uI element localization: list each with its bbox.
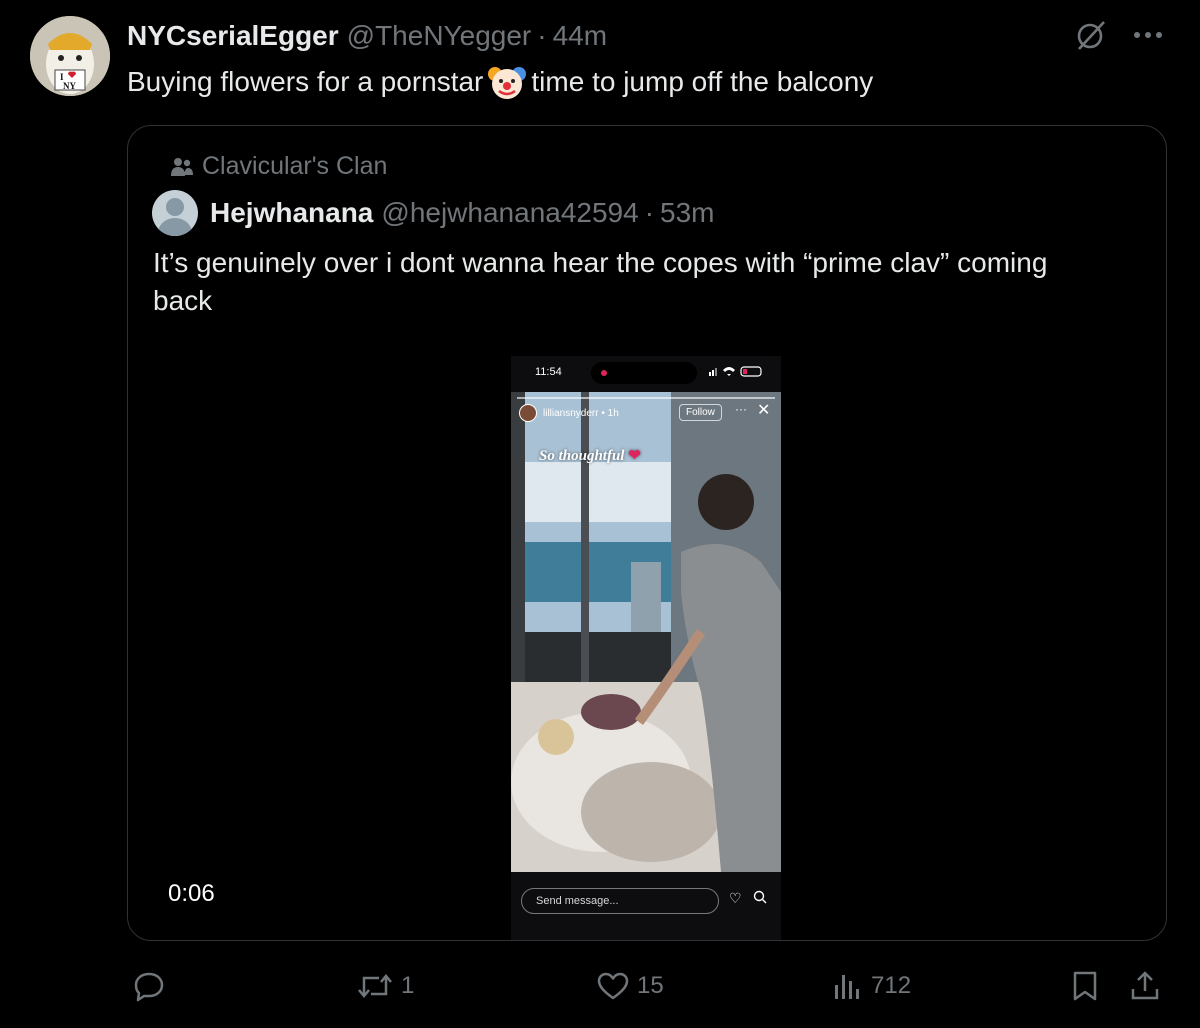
story-caption: So thoughtful ❤ [539, 446, 641, 465]
quoted-tweet[interactable]: Clavicular's Clan Hejwhanana @hejwhanana… [127, 125, 1167, 941]
separator-dot: · [644, 197, 655, 228]
more-options-icon[interactable] [1132, 30, 1164, 40]
avatar-text-bottom: NY [63, 81, 76, 91]
story-frame: lilliansnyderr • 1h Follow ··· ✕ So thou… [511, 392, 781, 872]
video-duration: 0:06 [168, 880, 215, 907]
story-follow-button: Follow [679, 404, 722, 421]
quoted-author-display-name[interactable]: Hejwhanana [210, 197, 373, 229]
story-message-field: Send message... [521, 888, 719, 914]
tweet-timestamp[interactable]: 44m [553, 20, 607, 52]
story-user-avatar [519, 404, 537, 422]
share-button[interactable] [1129, 966, 1161, 1006]
views-button[interactable]: 712 [833, 966, 911, 1006]
tweet-text-before: Buying flowers for a pornstar [127, 66, 484, 97]
author-avatar[interactable]: I NY [30, 16, 110, 96]
like-icon [597, 972, 629, 1000]
share-icon [1131, 971, 1159, 1000]
grok-icon[interactable] [1074, 18, 1108, 52]
reply-button[interactable] [133, 966, 173, 1006]
egg-avatar-icon: I NY [30, 16, 110, 96]
community-name: Clavicular's Clan [202, 152, 388, 180]
reply-icon [134, 972, 164, 1002]
retweet-icon [358, 974, 392, 998]
quoted-author-avatar[interactable] [152, 190, 198, 236]
tweet-text-after: time to jump off the balcony [531, 66, 874, 97]
story-close-icon: ✕ [757, 402, 771, 419]
story-more-icon: ··· [735, 402, 747, 416]
quoted-tweet-header: Hejwhanana @hejwhanana42594 · 53m [152, 190, 715, 236]
phone-status-bar: 11:54 [511, 356, 781, 386]
views-icon [835, 975, 859, 999]
view-count: 712 [871, 972, 912, 999]
story-progress-bar [517, 397, 775, 399]
community-icon [171, 157, 193, 176]
like-count: 15 [637, 972, 664, 999]
tweet-action-bar: 1 15 712 [133, 966, 1173, 1006]
heart-emoji-icon: ❤ [628, 448, 641, 464]
bookmark-button[interactable] [1071, 966, 1099, 1006]
quoted-tweet-timestamp[interactable]: 53m [660, 197, 714, 229]
dynamic-island [591, 362, 697, 384]
author-display-name[interactable]: NYCserialEgger [127, 20, 339, 52]
author-handle[interactable]: @TheNYegger [347, 20, 532, 52]
phone-time: 11:54 [535, 366, 562, 378]
story-send-icon [753, 890, 767, 907]
story-user: lilliansnyderr • 1h [519, 404, 619, 422]
clown-emoji-icon [487, 62, 527, 102]
community-label[interactable]: Clavicular's Clan [170, 152, 387, 181]
separator-dot: · [537, 20, 547, 51]
phone-status-icons [709, 366, 762, 377]
retweet-button[interactable]: 1 [357, 966, 414, 1006]
retweet-count: 1 [401, 972, 415, 999]
tweet-header: NYCserialEgger @TheNYegger · 44m [127, 18, 607, 54]
story-user-name: lilliansnyderr • 1h [543, 407, 619, 419]
story-caption-text: So thoughtful [539, 448, 625, 464]
tweet-text: Buying flowers for a pornstar time to ju… [127, 62, 873, 102]
story-like-icon: ♡ [729, 890, 742, 906]
bookmark-icon [1073, 971, 1097, 1001]
quoted-author-handle[interactable]: @hejwhanana42594 [381, 197, 638, 229]
tweet-top-actions [1074, 18, 1164, 52]
video-player[interactable]: 11:54 lilliansnyderr • 1h Follow ··· ✕ S… [511, 356, 781, 940]
quoted-tweet-text: It’s genuinely over i dont wanna hear th… [153, 247, 1048, 316]
like-button[interactable]: 15 [597, 966, 664, 1006]
